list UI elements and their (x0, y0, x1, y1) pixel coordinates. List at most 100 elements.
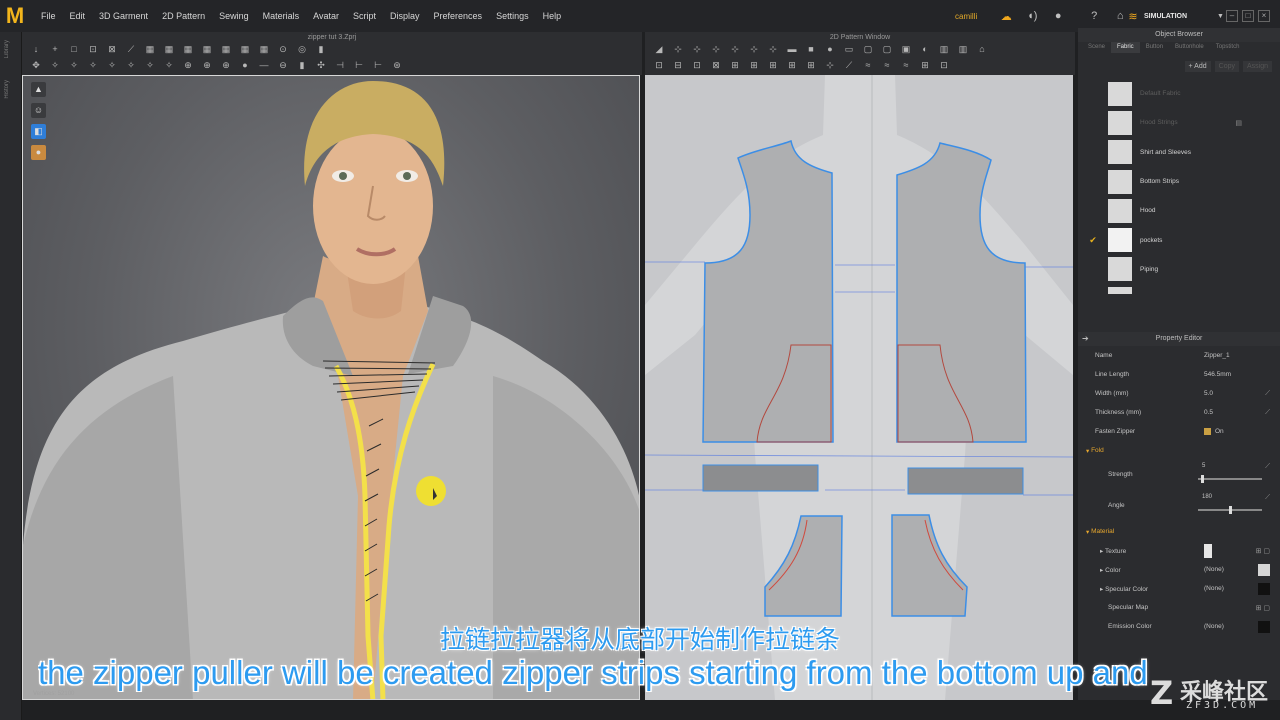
display-fabric-icon[interactable]: ◧ (31, 124, 46, 139)
copy-fabric-button[interactable]: Copy (1214, 60, 1239, 72)
2d-row2-tool-7-icon[interactable]: ⊞ (767, 60, 779, 70)
specular-color-label[interactable]: ▸ Specular Color (1100, 585, 1148, 593)
color-label[interactable]: ▸ Color (1100, 566, 1121, 574)
2d-row1-tool-17-icon[interactable]: ▥ (957, 44, 969, 54)
3d-row2-tool-19-icon[interactable]: ⊢ (372, 60, 384, 70)
3d-row1-tool-12-icon[interactable]: ▦ (239, 44, 251, 54)
texture-grid-icon[interactable]: ⊞ ▢ (1256, 547, 1270, 555)
library-tab[interactable]: Library (4, 40, 10, 58)
3d-row2-tool-5-icon[interactable]: ✧ (106, 60, 118, 70)
2d-row2-tool-8-icon[interactable]: ⊞ (786, 60, 798, 70)
2d-row2-tool-4-icon[interactable]: ⊠ (710, 60, 722, 70)
specular-color-swatch[interactable] (1258, 582, 1270, 595)
minimize-icon[interactable]: – (1226, 10, 1238, 22)
3d-row1-tool-14-icon[interactable]: ⊙ (277, 44, 289, 54)
menu-preferences[interactable]: Preferences (427, 0, 490, 32)
cloud-icon[interactable]: ☁ (999, 9, 1013, 23)
3d-row2-tool-4-icon[interactable]: ✧ (87, 60, 99, 70)
menu-display[interactable]: Display (383, 0, 427, 32)
3d-row1-tool-1-icon[interactable]: ↓ (30, 44, 42, 54)
2d-row2-tool-13-icon[interactable]: ≈ (881, 60, 893, 70)
3d-row2-tool-11-icon[interactable]: ⊕ (220, 60, 232, 70)
menu-sewing[interactable]: Sewing (212, 0, 256, 32)
2d-row2-tool-2-icon[interactable]: ⊟ (672, 60, 684, 70)
2d-row1-tool-9-icon[interactable]: ■ (805, 44, 817, 54)
tab-button[interactable]: Button (1140, 42, 1169, 53)
tab-scene[interactable]: Scene (1082, 42, 1111, 53)
menu-settings[interactable]: Settings (489, 0, 536, 32)
fabric-list-item[interactable]: Hood Strings ▤ (1078, 108, 1280, 137)
2d-row2-tool-3-icon[interactable]: ⊡ (691, 60, 703, 70)
fabric-list-item[interactable]: Default Fabric (1078, 79, 1280, 108)
3d-row2-tool-12-icon[interactable]: ● (239, 60, 251, 70)
2d-row1-tool-4-icon[interactable]: ⊹ (710, 44, 722, 54)
menu-avatar[interactable]: Avatar (306, 0, 346, 32)
fabric-list-item[interactable]: Piping (1078, 255, 1280, 284)
3d-row2-tool-1-icon[interactable]: ✥ (30, 60, 42, 70)
menu-edit[interactable]: Edit (63, 0, 93, 32)
specular-map-grid-icon[interactable]: ⊞ ▢ (1256, 604, 1270, 612)
3d-row1-tool-9-icon[interactable]: ▦ (182, 44, 194, 54)
fold-strength-slider[interactable] (1198, 475, 1262, 483)
2d-row1-tool-3-icon[interactable]: ⊹ (691, 44, 703, 54)
3d-row2-tool-16-icon[interactable]: ✣ (315, 60, 327, 70)
3d-row1-tool-10-icon[interactable]: ▦ (201, 44, 213, 54)
2d-row1-tool-11-icon[interactable]: ▭ (843, 44, 855, 54)
2d-row1-tool-2-icon[interactable]: ⊹ (672, 44, 684, 54)
fold-angle-value[interactable]: 180 (1202, 494, 1212, 500)
3d-row1-tool-4-icon[interactable]: ⊡ (87, 44, 99, 54)
3d-row2-tool-7-icon[interactable]: ✧ (144, 60, 156, 70)
fold-angle-knob[interactable] (1228, 506, 1232, 514)
2d-row1-tool-14-icon[interactable]: ▣ (900, 44, 912, 54)
3d-row2-tool-2-icon[interactable]: ✧ (49, 60, 61, 70)
menu-materials[interactable]: Materials (256, 0, 307, 32)
menu-file[interactable]: File (34, 0, 63, 32)
3d-row2-tool-15-icon[interactable]: ▮ (296, 60, 308, 70)
property-value[interactable]: 0.5 (1204, 409, 1213, 416)
2d-row1-tool-18-icon[interactable]: ⌂ (976, 44, 988, 54)
property-value[interactable]: 5.0 (1204, 390, 1213, 397)
assign-fabric-button[interactable]: Assign (1242, 60, 1272, 72)
3d-row2-tool-20-icon[interactable]: ⊛ (391, 60, 403, 70)
2d-row2-tool-9-icon[interactable]: ⊞ (805, 60, 817, 70)
2d-row2-tool-15-icon[interactable]: ⊞ (919, 60, 931, 70)
help-icon[interactable]: ? (1087, 9, 1101, 23)
value-picker-icon[interactable]: ⟋ (1265, 390, 1270, 398)
3d-row1-tool-5-icon[interactable]: ⊠ (106, 44, 118, 54)
2d-row1-tool-10-icon[interactable]: ● (824, 44, 836, 54)
3d-row1-tool-3-icon[interactable]: □ (68, 44, 80, 54)
tab-topstitch[interactable]: Topstitch (1210, 42, 1246, 53)
2d-row1-tool-16-icon[interactable]: ▥ (938, 44, 950, 54)
maximize-icon[interactable]: □ (1242, 10, 1254, 22)
3d-row1-tool-16-icon[interactable]: ▮ (315, 44, 327, 54)
3d-row2-tool-8-icon[interactable]: ✧ (163, 60, 175, 70)
3d-row2-tool-14-icon[interactable]: ⊖ (277, 60, 289, 70)
value-picker-icon[interactable]: ⟋ (1265, 409, 1270, 417)
fasten-zipper-checkbox[interactable]: On (1204, 427, 1224, 435)
2d-row1-tool-12-icon[interactable]: ▢ (862, 44, 874, 54)
2d-row1-tool-15-icon[interactable]: ◐ (919, 44, 931, 54)
fold-angle-slider[interactable] (1198, 506, 1262, 514)
3d-row2-tool-18-icon[interactable]: ⊢ (353, 60, 365, 70)
texture-label[interactable]: ▸ Texture (1100, 547, 1126, 555)
3d-row1-tool-6-icon[interactable]: ⟋ (125, 44, 137, 54)
simulation-toggle[interactable]: ≋ SIMULATION ▼ (1126, 8, 1224, 24)
close-icon[interactable]: × (1258, 10, 1270, 22)
menu-script[interactable]: Script (346, 0, 383, 32)
3d-row1-tool-8-icon[interactable]: ▦ (163, 44, 175, 54)
add-fabric-button[interactable]: + Add (1184, 60, 1211, 72)
history-tab[interactable]: History (4, 80, 10, 99)
fold-angle-picker-icon[interactable]: ⟋ (1265, 494, 1270, 502)
account-icon[interactable]: ● (1051, 9, 1065, 23)
2d-row2-tool-14-icon[interactable]: ≈ (900, 60, 912, 70)
color-swatch[interactable] (1258, 563, 1270, 576)
3d-row2-tool-3-icon[interactable]: ✧ (68, 60, 80, 70)
2d-row2-tool-1-icon[interactable]: ⊡ (653, 60, 665, 70)
fabric-list-item[interactable]: Bottom Strips (1078, 167, 1280, 196)
menu-3d-garment[interactable]: 3D Garment (92, 0, 155, 32)
2d-row2-tool-12-icon[interactable]: ≈ (862, 60, 874, 70)
3d-viewport[interactable]: ▲ ☺ ◧ ● Vertices: 52100 (22, 75, 640, 700)
tab-buttonhole[interactable]: Buttonhole (1169, 42, 1210, 53)
3d-row1-tool-11-icon[interactable]: ▦ (220, 44, 232, 54)
texture-thumbnail[interactable] (1204, 543, 1212, 558)
